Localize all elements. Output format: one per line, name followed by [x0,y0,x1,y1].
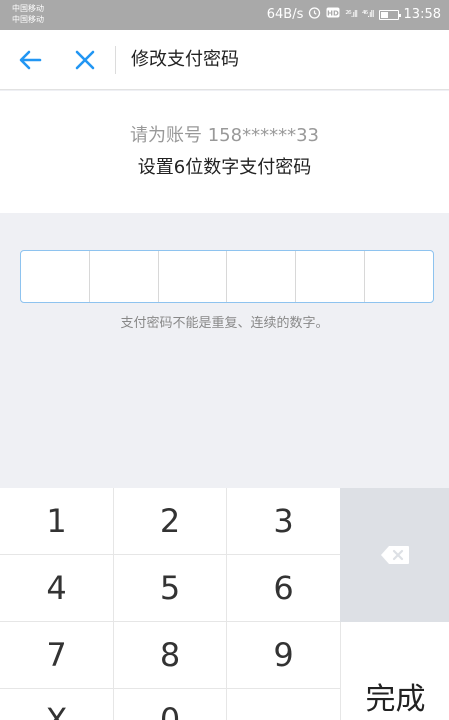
status-bar: 中国移动 中国移动 64B/s HD ²⁶.ıll ⁴⁶.ıll 13:58 [0,0,449,30]
pin-input[interactable] [20,250,434,303]
done-button[interactable]: 完成 [340,622,449,720]
key-6[interactable]: 6 [227,555,340,622]
carrier-info: 中国移动 中国移动 [12,3,44,25]
key-3[interactable]: 3 [227,488,340,555]
key-8[interactable]: 8 [114,622,227,689]
key-x[interactable]: X [0,689,114,720]
key-0[interactable]: 0 [114,689,227,720]
pin-digit-cell[interactable] [365,251,433,302]
close-button[interactable] [70,45,100,75]
status-indicators: 64B/s HD ²⁶.ıll ⁴⁶.ıll 13:58 [267,6,441,23]
network-speed: 64B/s [266,7,304,22]
carrier-1: 中国移动 [12,4,44,13]
key-blank [227,689,340,720]
pin-digit-cell[interactable] [21,251,90,302]
pin-digit-cell[interactable] [90,251,159,302]
back-button[interactable] [14,45,46,75]
nav-divider [115,46,116,74]
key-4[interactable]: 4 [0,555,114,622]
done-label: 完成 [365,682,426,717]
alarm-icon [308,6,321,23]
signal-icon-1: ²⁶.ıll [345,9,358,20]
header-block: 请为账号 158******33 设置6位数字支付密码 [0,91,449,213]
close-icon [75,50,95,70]
pin-digit-cell[interactable] [227,251,297,302]
delete-button[interactable] [340,488,449,622]
clock: 13:58 [403,7,441,22]
svg-text:HD: HD [328,9,340,17]
nav-bar: 修改支付密码 [0,30,449,90]
carrier-2: 中国移动 [12,15,44,24]
key-7[interactable]: 7 [0,622,114,689]
pin-digit-cell[interactable] [159,251,228,302]
pin-hint: 支付密码不能是重复、连续的数字。 [120,316,329,331]
account-line: 请为账号 158******33 [130,125,319,146]
battery-icon [378,9,401,20]
hd-icon: HD [326,7,340,22]
arrow-left-icon [19,50,42,70]
numeric-keypad: 1 2 3 4 5 6 7 8 9 X 0 完成 [0,488,449,720]
key-5[interactable]: 5 [114,555,227,622]
backspace-icon [380,546,409,564]
page-title: 修改支付密码 [131,49,239,70]
instruction-text: 设置6位数字支付密码 [137,157,312,178]
key-9[interactable]: 9 [227,622,340,689]
pin-digit-cell[interactable] [296,251,366,302]
signal-icon-2: ⁴⁶.ıll [361,9,375,20]
key-2[interactable]: 2 [114,488,227,555]
key-1[interactable]: 1 [0,488,114,555]
